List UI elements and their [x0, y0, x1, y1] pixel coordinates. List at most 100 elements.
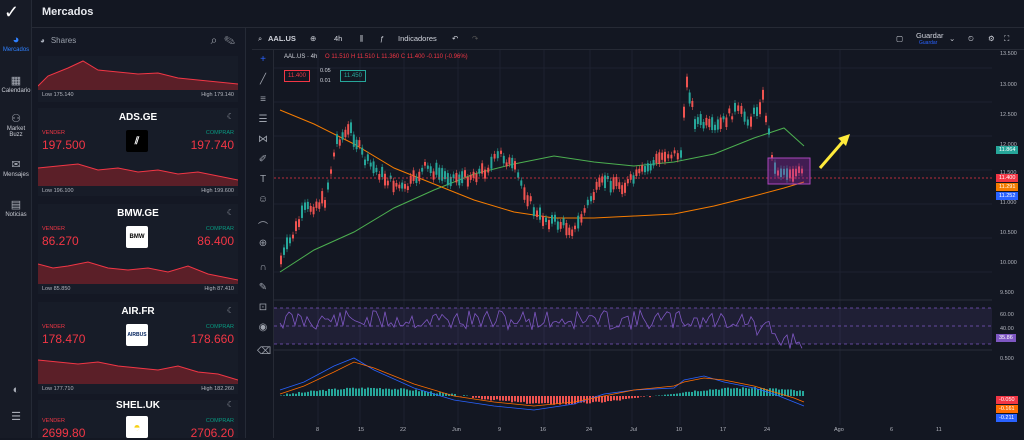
theme-toggle[interactable]: ◐	[0, 384, 32, 397]
trash-icon[interactable]: ⌫	[257, 346, 269, 357]
chart-type-icon[interactable]: ⫼	[360, 34, 363, 44]
nav-item-noticias[interactable]: ▤ Noticias	[0, 198, 32, 218]
candle	[401, 183, 403, 189]
candle	[545, 218, 547, 222]
gear-icon[interactable]: ⚙	[988, 34, 995, 43]
candle	[633, 175, 635, 183]
watchlist-panel: ◕Shares ⌕ ✎ Low 175.140 High 179.140 ADS…	[32, 28, 246, 438]
brush-icon[interactable]: ✐	[257, 154, 269, 165]
instrument-card-shel[interactable]: SHEL.UK ☾ VENDER COMPRAR 2699.80 2706.20…	[38, 400, 238, 438]
macd-bar	[478, 396, 480, 398]
undo-icon[interactable]: ↶	[452, 34, 458, 43]
rsi-tag: 35.86	[996, 334, 1016, 342]
instrument-card-bmw[interactable]: BMW.GE ☾ VENDER COMPRAR 86.270 86.400 BM…	[38, 204, 238, 294]
search-icon[interactable]: ⌕	[211, 33, 218, 47]
alert-icon[interactable]: ⏲	[968, 34, 974, 44]
channel-icon[interactable]: ≡	[257, 94, 269, 105]
macd-bar	[667, 395, 669, 396]
macd-bar	[331, 389, 333, 396]
search-icon[interactable]: ⌕	[258, 34, 262, 44]
settings-button[interactable]: ☰	[0, 410, 32, 424]
candle	[289, 237, 291, 243]
candle	[728, 108, 730, 113]
nav-item-market-buzz[interactable]: ⚇ Market Buzz	[0, 112, 32, 138]
candle	[315, 202, 317, 208]
sell-price[interactable]: 197.500	[42, 138, 85, 152]
macd-bar	[700, 391, 702, 396]
eye-icon[interactable]: ◉	[257, 322, 269, 333]
trend-line-icon[interactable]: ╱	[257, 74, 269, 85]
macd-bar	[403, 388, 405, 396]
buy-label: COMPRAR	[206, 130, 234, 136]
crosshair-icon[interactable]: +	[257, 54, 269, 65]
price-chart[interactable]: AAL.US · 4h O 11.510 H 11.510 L 11.360 C…	[274, 50, 1024, 438]
interval-selector[interactable]: 4h	[334, 34, 342, 43]
instrument-card-air[interactable]: AIR.FR ☾ VENDER COMPRAR 178.470 178.660 …	[38, 302, 238, 394]
candle	[711, 117, 713, 130]
buy-label: COMPRAR	[206, 418, 234, 424]
sell-price[interactable]: 86.270	[42, 234, 79, 248]
sparkline-chart	[38, 56, 238, 90]
candle	[584, 208, 586, 213]
pattern-icon[interactable]: ⋈	[257, 134, 269, 145]
candle	[768, 128, 770, 134]
indicators-icon[interactable]: ƒ	[380, 34, 384, 43]
macd-bar	[289, 394, 291, 396]
candle	[500, 151, 502, 154]
buy-price[interactable]: 178.660	[191, 332, 234, 346]
candle	[750, 117, 752, 127]
edit-icon[interactable]: ✎	[224, 33, 235, 47]
candle	[548, 220, 550, 229]
indicators-button[interactable]: Indicadores	[398, 34, 437, 43]
ruler-icon[interactable]: ⌒	[257, 218, 269, 233]
nav-item-calendario[interactable]: ▦ Calendario	[0, 74, 32, 94]
magnet-icon[interactable]: ∩	[257, 262, 269, 273]
sell-price[interactable]: 178.470	[42, 332, 85, 346]
candle	[301, 206, 303, 218]
sell-label: VENDER	[42, 418, 65, 424]
x-axis-label: 10	[676, 427, 682, 433]
lock-icon[interactable]: ⊡	[257, 302, 269, 313]
macd-bar	[691, 392, 693, 396]
nav-item-mercados[interactable]: ◕ Mercados	[0, 34, 32, 53]
nav-item-mensajes[interactable]: ✉ Mensajes	[0, 158, 32, 178]
candle	[511, 158, 513, 168]
zoom-icon[interactable]: ⊕	[257, 238, 269, 249]
fullscreen-icon[interactable]: ⛶	[1004, 34, 1009, 44]
macd-bar	[613, 396, 615, 400]
candle	[313, 207, 315, 214]
macd-bar	[391, 390, 393, 396]
buy-box[interactable]: 11.450	[340, 70, 366, 82]
chevron-down-icon[interactable]: ⌄	[949, 34, 955, 43]
sliders-icon: ☰	[0, 410, 32, 423]
lock-drawing-icon[interactable]: ✎	[257, 282, 269, 293]
candle	[737, 105, 739, 111]
buy-price[interactable]: 86.400	[197, 234, 234, 248]
chart-canvas[interactable]	[274, 50, 1024, 438]
buy-price[interactable]: 197.740	[191, 138, 234, 152]
macd-tag: -0.161	[996, 405, 1018, 413]
macd-bar	[796, 391, 798, 396]
macd-bar	[349, 388, 351, 396]
fib-icon[interactable]: ☰	[257, 114, 269, 125]
macd-bar	[673, 394, 675, 396]
instrument-card-ads[interactable]: ADS.GE ☾ VENDER COMPRAR 197.500 197.740 …	[38, 108, 238, 196]
macd-bar	[412, 391, 414, 396]
emoji-icon[interactable]: ☺	[257, 194, 269, 205]
airbus-logo: AIRBUS	[126, 324, 148, 346]
sell-box[interactable]: 11.400	[284, 70, 310, 82]
text-icon[interactable]: T	[257, 174, 269, 185]
macd-bar	[382, 389, 384, 396]
symbol-selector[interactable]: AAL.US	[268, 34, 296, 43]
macd-bar	[322, 390, 324, 396]
instrument-card[interactable]: Low 175.140 High 179.140	[38, 56, 238, 102]
macd-bar	[583, 396, 585, 402]
candle	[700, 114, 702, 125]
macd-bar	[730, 389, 732, 396]
save-button[interactable]: Guardar	[916, 31, 944, 40]
add-symbol-icon[interactable]: ⊕	[310, 34, 316, 43]
layout-icon[interactable]: ▢	[896, 34, 903, 43]
redo-icon[interactable]: ↷	[472, 34, 478, 43]
shell-logo: ◓	[126, 416, 148, 438]
macd-bar	[334, 389, 336, 396]
